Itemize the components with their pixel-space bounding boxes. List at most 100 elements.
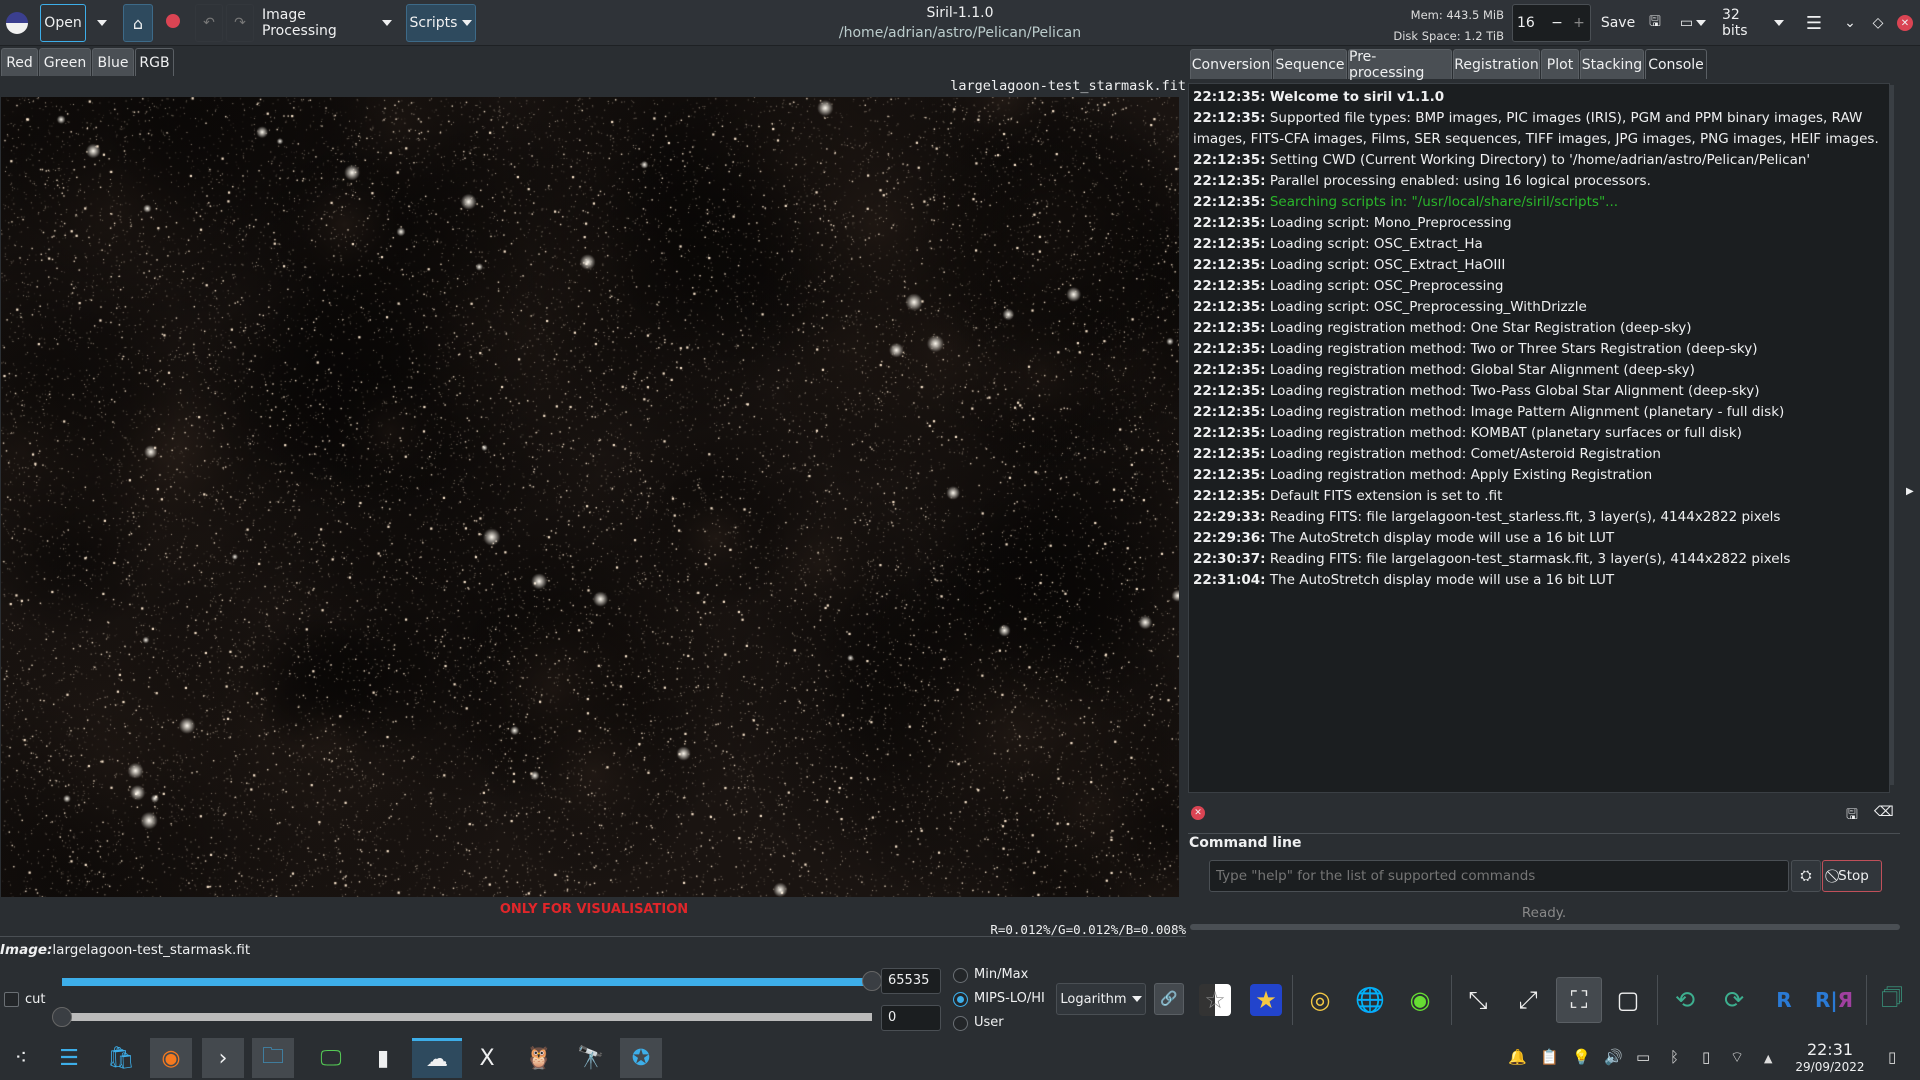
tab-console[interactable]: Console bbox=[1645, 49, 1707, 79]
mode-radio-minmax[interactable] bbox=[953, 968, 968, 983]
snapshot-icon[interactable]: ▭ bbox=[1676, 4, 1710, 42]
home-button[interactable]: ⌂ bbox=[123, 4, 153, 42]
tab-red[interactable]: Red bbox=[1, 48, 38, 76]
open-recent-dropdown[interactable] bbox=[90, 4, 114, 42]
tab-stacking[interactable]: Stacking bbox=[1580, 49, 1644, 79]
console-line: 22:12:35: Default FITS extension is set … bbox=[1193, 486, 1885, 507]
pixinsight-icon[interactable]: X bbox=[466, 1038, 508, 1078]
redo-button[interactable]: ↷ bbox=[226, 4, 254, 42]
kstars-icon[interactable]: ✪ bbox=[620, 1038, 662, 1078]
tab-sequence[interactable]: Sequence bbox=[1273, 49, 1347, 79]
save-as-icon[interactable]: 🖫 bbox=[1644, 4, 1666, 42]
siril-taskbar-icon[interactable]: ☁ bbox=[412, 1038, 462, 1078]
toolbar-separator bbox=[1657, 975, 1658, 1025]
tab-rgb[interactable]: RGB bbox=[135, 48, 174, 76]
threads-spinner[interactable]: 16 − + bbox=[1512, 4, 1591, 42]
stretch-dropdown[interactable]: Logarithm bbox=[1056, 983, 1146, 1015]
hamburger-menu-icon[interactable]: ☰ bbox=[1802, 4, 1826, 42]
remote-desktop-icon[interactable]: 🖵 bbox=[310, 1038, 352, 1078]
panel-collapse-arrow-icon[interactable]: ▶ bbox=[1906, 486, 1914, 497]
clear-log-icon[interactable]: ⌫ bbox=[1874, 804, 1894, 820]
console-scrollbar[interactable] bbox=[1890, 85, 1894, 785]
tray-expand-icon[interactable]: ▲ bbox=[1764, 1052, 1772, 1065]
hi-slider-handle[interactable] bbox=[862, 971, 882, 991]
mirror-y-icon[interactable]: R| Я bbox=[1814, 980, 1854, 1020]
siril-logo-icon[interactable] bbox=[6, 12, 28, 34]
clock-time[interactable]: 22:31 bbox=[1790, 1040, 1870, 1059]
scripts-menu[interactable]: Scripts bbox=[406, 4, 476, 42]
wifi-icon[interactable]: ⌔ bbox=[1730, 1048, 1744, 1067]
tab-blue[interactable]: Blue bbox=[92, 48, 134, 76]
link-channels-button[interactable]: 🔗 bbox=[1154, 983, 1184, 1015]
console-log[interactable]: 22:12:35: Welcome to siril v1.1.0 22:12:3… bbox=[1188, 83, 1890, 793]
maximize-icon[interactable]: ◇ bbox=[1868, 4, 1888, 42]
galaxy-app-icon[interactable]: ▮ bbox=[362, 1038, 404, 1078]
alarm-icon[interactable]: 🔔 bbox=[1508, 1048, 1527, 1066]
zoom-in-icon[interactable]: ⤡ bbox=[1458, 980, 1498, 1020]
clipboard-icon[interactable]: 📋 bbox=[1540, 1048, 1559, 1066]
console-timestamp: 22:12:35: bbox=[1193, 362, 1266, 378]
battery-icon[interactable]: ▭ bbox=[1636, 1048, 1650, 1066]
zoom-fit-icon[interactable]: ⛶ bbox=[1556, 977, 1602, 1023]
app-launcher-icon[interactable]: ⁖ bbox=[0, 1038, 42, 1078]
cut-checkbox[interactable] bbox=[4, 992, 19, 1007]
save-button[interactable]: Save bbox=[1600, 4, 1636, 42]
image-processing-menu[interactable]: Image Processing bbox=[262, 4, 392, 42]
plate-solve-globe-icon[interactable]: 🌐 bbox=[1350, 980, 1390, 1020]
bluetooth-icon[interactable]: ᛒ bbox=[1670, 1048, 1679, 1066]
minus-icon[interactable]: − bbox=[1546, 15, 1568, 31]
lo-value-field[interactable]: 0 bbox=[881, 1005, 941, 1031]
bit-depth-menu[interactable]: 32 bits bbox=[1722, 4, 1784, 42]
mirror-x-icon[interactable]: R bbox=[1764, 980, 1804, 1020]
stop-button[interactable]: ⃠Stop bbox=[1822, 860, 1882, 892]
mode-radio-user[interactable] bbox=[953, 1016, 968, 1031]
console-timestamp: 22:12:35: bbox=[1193, 299, 1266, 315]
mode-radio-mips[interactable] bbox=[953, 992, 968, 1007]
tab-plot[interactable]: Plot bbox=[1541, 49, 1579, 79]
hi-value-field[interactable]: 65535 bbox=[881, 968, 941, 994]
show-desktop-icon[interactable]: ▯ bbox=[1888, 1048, 1896, 1066]
command-input[interactable] bbox=[1209, 860, 1789, 892]
console-message: Welcome to siril v1.1.0 bbox=[1269, 89, 1445, 105]
minimize-icon[interactable]: ⌄ bbox=[1840, 4, 1860, 42]
zoom-out-icon[interactable]: ⤢ bbox=[1508, 980, 1548, 1020]
plus-icon[interactable]: + bbox=[1568, 15, 1590, 31]
tab-registration[interactable]: Registration bbox=[1453, 49, 1540, 79]
status-text: Ready. bbox=[1521, 905, 1567, 921]
usb-device-icon[interactable]: ▯ bbox=[1702, 1048, 1710, 1066]
clock-date[interactable]: 29/09/2022 bbox=[1790, 1060, 1870, 1074]
discover-store-icon[interactable]: 🛍 bbox=[100, 1038, 142, 1078]
target-icon[interactable]: ◉ bbox=[1400, 980, 1440, 1020]
undo-button[interactable]: ↶ bbox=[195, 4, 223, 42]
lo-slider[interactable] bbox=[62, 1013, 872, 1021]
image-stack-icon[interactable]: 🗇 bbox=[1872, 980, 1912, 1020]
false-color-icon[interactable]: ★ bbox=[1246, 980, 1286, 1020]
night-light-icon[interactable]: 💡 bbox=[1572, 1048, 1591, 1066]
open-button[interactable]: Open bbox=[40, 4, 86, 42]
negative-view-icon[interactable]: ☆ bbox=[1195, 980, 1235, 1020]
hi-slider[interactable] bbox=[62, 978, 872, 986]
photometry-icon[interactable]: ◎ bbox=[1300, 980, 1340, 1020]
console-message: Searching scripts in: "/usr/local/share/… bbox=[1269, 194, 1619, 210]
close-window-icon[interactable]: ✕ bbox=[1897, 15, 1913, 31]
command-help-button[interactable]: ⛭ bbox=[1791, 860, 1821, 892]
image-viewer-canvas[interactable] bbox=[1, 97, 1179, 897]
tab-pre-processing[interactable]: Pre-processing bbox=[1348, 49, 1452, 81]
rotate-right-icon[interactable]: ⟳ bbox=[1714, 980, 1754, 1020]
tab-conversion[interactable]: Conversion bbox=[1190, 49, 1272, 79]
telescope-icon[interactable]: 🔭 bbox=[570, 1038, 612, 1078]
terminal-icon[interactable]: › bbox=[202, 1038, 244, 1078]
chevron-down-icon bbox=[97, 20, 107, 26]
firefox-icon[interactable]: ◉ bbox=[150, 1038, 192, 1078]
lo-slider-handle[interactable] bbox=[52, 1007, 72, 1027]
stop-record-icon[interactable] bbox=[166, 14, 180, 28]
save-log-icon[interactable]: 🖫 bbox=[1846, 804, 1858, 828]
rotate-left-icon[interactable]: ⟲ bbox=[1665, 980, 1705, 1020]
system-settings-icon[interactable]: ☰ bbox=[48, 1038, 90, 1078]
gimp-icon[interactable]: 🦉 bbox=[518, 1038, 560, 1078]
file-manager-icon[interactable]: 🗀 bbox=[252, 1038, 294, 1078]
volume-icon[interactable]: 🔊 bbox=[1604, 1048, 1623, 1066]
window-title: Siril-1.1.0 bbox=[926, 5, 994, 21]
tab-green[interactable]: Green bbox=[39, 48, 91, 76]
zoom-actual-size-icon[interactable]: ▢ bbox=[1608, 980, 1648, 1020]
